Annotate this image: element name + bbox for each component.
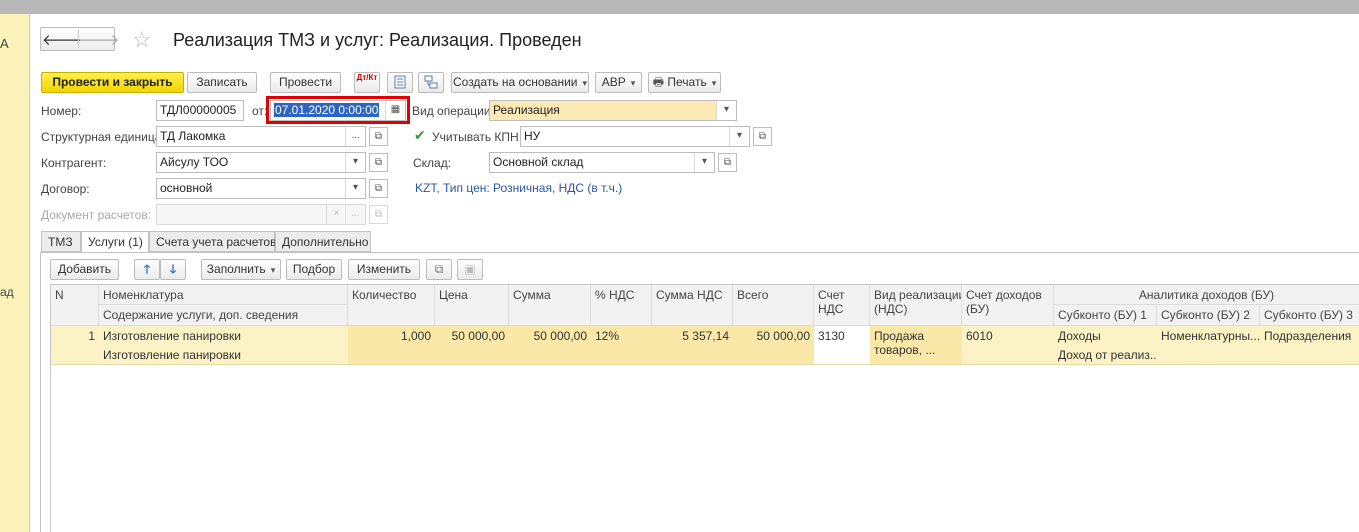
col-header-income-account[interactable]: Счет доходов (БУ)	[962, 285, 1054, 326]
left-sidebar: А ад	[0, 14, 30, 532]
checkmark-icon[interactable]: ✔	[414, 128, 427, 142]
col-header-qty[interactable]: Количество	[348, 285, 435, 326]
counterparty-field[interactable]: Айсулу ТОО ▾	[156, 152, 366, 173]
cell-nomenclature[interactable]: Изготовление панировки	[99, 326, 348, 345]
avr-button[interactable]: АВР	[595, 72, 642, 93]
select-ellipsis-icon[interactable]: ...	[345, 205, 365, 224]
open-icon[interactable]: ⧉	[369, 179, 388, 198]
back-arrow-icon[interactable]: 🡐	[42, 30, 82, 49]
tab-services[interactable]: Услуги (1)	[81, 231, 149, 253]
col-header-vat-account[interactable]: Счет НДС	[814, 285, 870, 326]
cell-subconto-1b[interactable]: Доход от реализ...	[1054, 345, 1157, 364]
cell-vat-rate[interactable]: 12%	[591, 326, 652, 364]
col-header-sum[interactable]: Сумма	[509, 285, 591, 326]
move-down-icon[interactable]: 🡓	[160, 259, 186, 280]
cell-vat-sum[interactable]: 5 357,14	[652, 326, 733, 364]
services-table: N Номенклатура Содержание услуги, доп. с…	[50, 284, 1359, 532]
change-button[interactable]: Изменить	[348, 259, 420, 280]
cell-vat-account[interactable]: 3130	[814, 326, 870, 364]
save-button[interactable]: Записать	[187, 72, 257, 93]
col-header-content[interactable]: Содержание услуги, доп. сведения	[99, 305, 348, 326]
settlement-doc-label: Документ расчетов:	[41, 208, 152, 222]
col-header-price[interactable]: Цена	[435, 285, 509, 326]
col-header-total[interactable]: Всего	[733, 285, 814, 326]
tab-tmz[interactable]: ТМЗ	[41, 231, 81, 252]
col-header-sale-type[interactable]: Вид реализации (НДС)	[870, 285, 962, 326]
chevron-down-icon[interactable]: ▾	[729, 127, 749, 146]
settlement-doc-field[interactable]: × ...	[156, 204, 366, 225]
number-field[interactable]: ТДЛ00000005	[156, 100, 244, 121]
clear-icon[interactable]: ×	[326, 205, 346, 224]
open-icon[interactable]: ⧉	[369, 205, 388, 224]
cell-income-account[interactable]: 6010	[962, 326, 1054, 364]
price-settings-link[interactable]: KZT, Тип цен: Розничная, НДС (в т.ч.)	[415, 181, 622, 195]
cell-content[interactable]: Изготовление панировки	[99, 345, 348, 364]
col-header-subconto-1[interactable]: Субконто (БУ) 1	[1054, 305, 1157, 326]
cell-price[interactable]: 50 000,00	[435, 326, 509, 364]
col-header-subconto-2[interactable]: Субконто (БУ) 2	[1157, 305, 1260, 326]
cell-subconto-3[interactable]: Подразделения	[1260, 326, 1359, 345]
col-header-nomenclature[interactable]: Номенклатура	[99, 285, 348, 305]
select-button[interactable]: Подбор	[286, 259, 342, 280]
open-icon[interactable]: ⧉	[718, 153, 737, 172]
structure-icon[interactable]	[418, 72, 444, 93]
sidebar-text: ад	[0, 285, 14, 299]
cell-subconto-1[interactable]: Доходы	[1054, 326, 1157, 345]
nav-buttons: 🡐 🡒	[40, 27, 119, 51]
dt-kt-icon[interactable]: Дт/Кт	[354, 72, 380, 93]
structural-unit-field[interactable]: ТД Лакомка ...	[156, 126, 366, 147]
operation-type-field[interactable]: Реализация ▾	[489, 100, 737, 121]
post-button[interactable]: Провести	[270, 72, 341, 93]
post-and-close-button[interactable]: Провести и закрыть	[41, 72, 184, 93]
col-header-vat-rate[interactable]: % НДС	[591, 285, 652, 326]
chevron-down-icon[interactable]: ▾	[345, 153, 365, 172]
cell-subconto-2[interactable]: Номенклатурны...	[1157, 326, 1260, 345]
warehouse-field[interactable]: Основной склад ▾	[489, 152, 715, 173]
col-header-income-analytics[interactable]: Аналитика доходов (БУ)	[1054, 285, 1359, 305]
operation-type-label: Вид операции:	[412, 104, 494, 118]
fill-button[interactable]: Заполнить	[201, 259, 281, 280]
forward-arrow-icon[interactable]: 🡒	[78, 30, 119, 49]
cell-n: 1	[88, 329, 95, 343]
list-icon[interactable]	[387, 72, 413, 93]
add-button[interactable]: Добавить	[50, 259, 119, 280]
col-header-vat-sum[interactable]: Сумма НДС	[652, 285, 733, 326]
create-based-on-button[interactable]: Создать на основании	[451, 72, 589, 93]
chevron-down-icon[interactable]: ▾	[716, 101, 736, 120]
move-up-icon[interactable]: 🡑	[134, 259, 160, 280]
date-from-label: от:	[252, 104, 268, 118]
sidebar-letter: А	[0, 36, 9, 51]
window-top-strip	[0, 0, 1359, 14]
cell-qty[interactable]: 1,000	[348, 326, 435, 364]
row-divider	[51, 364, 1359, 365]
col-header-subconto-3[interactable]: Субконто (БУ) 3	[1260, 305, 1359, 326]
kpn-field[interactable]: НУ ▾	[520, 126, 750, 147]
open-icon[interactable]: ⧉	[753, 127, 772, 146]
cell-sale-type[interactable]: Продажа товаров, ...	[870, 326, 962, 364]
printer-icon: 🖶	[652, 75, 665, 89]
cell-total[interactable]: 50 000,00	[733, 326, 814, 364]
open-icon[interactable]: ⧉	[369, 127, 388, 146]
paste-icon[interactable]: ▣	[457, 259, 483, 280]
chevron-down-icon[interactable]: ▾	[694, 153, 714, 172]
open-icon[interactable]: ⧉	[369, 153, 388, 172]
contract-field[interactable]: основной ▾	[156, 178, 366, 199]
kpn-label: Учитывать КПН	[432, 130, 519, 144]
cell-sum[interactable]: 50 000,00	[509, 326, 591, 364]
print-button[interactable]: 🖶 Печать	[648, 72, 721, 93]
tab-accounts[interactable]: Счета учета расчетов	[149, 231, 276, 252]
warehouse-label: Склад:	[413, 156, 452, 170]
structural-unit-label: Структурная единица:	[41, 130, 165, 144]
number-label: Номер:	[41, 104, 82, 118]
counterparty-label: Контрагент:	[41, 156, 107, 170]
contract-label: Договор:	[41, 182, 90, 196]
page-title: Реализация ТМЗ и услуг: Реализация. Пров…	[173, 30, 582, 50]
chevron-down-icon[interactable]: ▾	[345, 179, 365, 198]
col-header-n[interactable]: N	[51, 285, 99, 326]
highlight-frame	[266, 96, 410, 124]
tab-additional[interactable]: Дополнительно	[275, 231, 371, 252]
select-ellipsis-icon[interactable]: ...	[345, 127, 365, 146]
favorite-star-icon[interactable]: ☆	[132, 27, 152, 53]
copy-icon[interactable]: ⧉	[426, 259, 452, 280]
